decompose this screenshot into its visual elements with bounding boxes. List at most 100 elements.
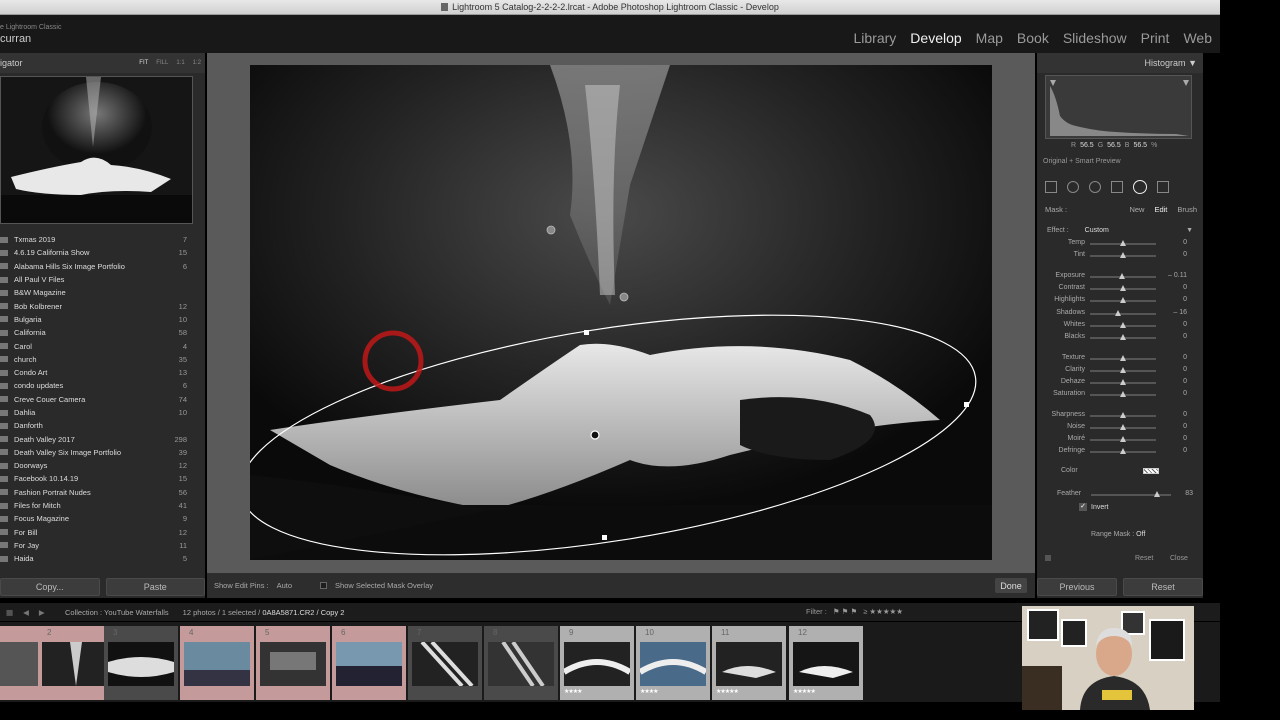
collection-item[interactable]: Bob Kolbrener 12 (0, 299, 205, 312)
filmstrip-source[interactable]: Collection : YouTube Waterfalls (65, 608, 169, 617)
slider-value[interactable]: 0 (1161, 251, 1187, 258)
slider-value[interactable]: 0 (1161, 333, 1187, 340)
module-book[interactable]: Book (1017, 30, 1049, 46)
effect-collapse-icon[interactable]: ▼ (1186, 227, 1193, 234)
mask-brush-button[interactable]: Brush (1177, 205, 1197, 214)
slider-knob[interactable] (1120, 252, 1126, 258)
module-slideshow[interactable]: Slideshow (1063, 30, 1127, 46)
feather-knob[interactable] (1154, 491, 1161, 497)
done-button[interactable]: Done (995, 578, 1027, 593)
slider-value[interactable]: 0 (1161, 423, 1187, 430)
panel-close-button[interactable]: Close (1170, 555, 1188, 562)
filmstrip-cell[interactable]: 7 (408, 626, 482, 700)
range-mask-value[interactable]: Off (1136, 531, 1145, 538)
slider-value[interactable]: 0 (1161, 284, 1187, 291)
filmstrip-cell[interactable]: 8 (484, 626, 558, 700)
histogram-header[interactable]: Histogram ▼ (1037, 53, 1203, 73)
selected-filename[interactable]: 0A8A5871.CR2 / Copy 2 (262, 608, 344, 617)
slider-knob[interactable] (1120, 322, 1126, 328)
slider-value[interactable]: – 0.11 (1161, 272, 1187, 279)
module-library[interactable]: Library (854, 30, 897, 46)
filmstrip-cell[interactable]: 6 (332, 626, 406, 700)
rating-filter[interactable]: ≥ ★★★★★ (863, 607, 903, 616)
filmstrip-cell[interactable]: 5 (256, 626, 330, 700)
slider-value[interactable]: 0 (1161, 366, 1187, 373)
crop-tool-icon[interactable] (1045, 181, 1057, 193)
collections-list[interactable]: Txmas 2019 7 4.6.19 California Show 15 Alaba… (0, 233, 205, 568)
slider-value[interactable]: 0 (1161, 390, 1187, 397)
collection-item[interactable]: Danforth (0, 419, 205, 432)
slider-knob[interactable] (1120, 391, 1126, 397)
mask-overlay-checkbox[interactable] (320, 582, 328, 589)
slider-knob[interactable] (1120, 334, 1126, 340)
module-web[interactable]: Web (1183, 30, 1212, 46)
slider-knob[interactable] (1120, 285, 1126, 291)
slider-value[interactable]: 0 (1161, 447, 1187, 454)
slider-value[interactable]: 0 (1161, 296, 1187, 303)
mask-new-button[interactable]: New (1129, 205, 1144, 214)
histogram[interactable] (1045, 75, 1192, 139)
collection-item[interactable]: For Jay 11 (0, 539, 205, 552)
red-eye-tool-icon[interactable] (1089, 181, 1101, 193)
collection-item[interactable]: church 35 (0, 353, 205, 366)
collection-item[interactable]: Death Valley Six Image Portfolio 39 (0, 446, 205, 459)
collection-item[interactable]: Txmas 2019 7 (0, 233, 205, 246)
collection-item[interactable]: Alabama Hills Six Image Portfolio 6 (0, 260, 205, 273)
slider-knob[interactable] (1120, 424, 1126, 430)
collection-item[interactable]: Condo Art 13 (0, 366, 205, 379)
collection-item[interactable]: California 58 (0, 326, 205, 339)
paste-button[interactable]: Paste (105, 578, 205, 596)
graduated-filter-tool-icon[interactable] (1111, 181, 1123, 193)
slider-track[interactable] (1090, 313, 1156, 315)
zoom-fill[interactable]: FILL (156, 60, 168, 66)
zoom-1-1[interactable]: 1:1 (176, 60, 184, 66)
slider-knob[interactable] (1120, 240, 1126, 246)
slider-value[interactable]: 0 (1161, 354, 1187, 361)
range-mask-row[interactable]: Range Mask : Off (1091, 531, 1145, 538)
module-develop[interactable]: Develop (910, 30, 961, 46)
collection-item[interactable]: Focus Magazine 9 (0, 512, 205, 525)
mask-edit-button[interactable]: Edit (1154, 205, 1167, 214)
filmstrip-cell[interactable]: 4 (180, 626, 254, 700)
slider-value[interactable]: 0 (1161, 435, 1187, 442)
zoom-1-2[interactable]: 1:2 (193, 60, 201, 66)
feather-value[interactable]: 83 (1177, 490, 1193, 497)
slider-value[interactable]: 0 (1161, 378, 1187, 385)
slider-knob[interactable] (1120, 367, 1126, 373)
collection-item[interactable]: Death Valley 2017 298 (0, 432, 205, 445)
collection-item[interactable]: Facebook 10.14.19 15 (0, 472, 205, 485)
slider-knob[interactable] (1119, 273, 1126, 279)
adjustment-brush-tool-icon[interactable] (1157, 181, 1169, 193)
collection-item[interactable]: Dahlia 10 (0, 406, 205, 419)
slider-knob[interactable] (1120, 297, 1126, 303)
panel-switch-icon[interactable] (1045, 555, 1051, 561)
invert-checkbox[interactable]: ✓ (1079, 503, 1087, 511)
slider-value[interactable]: – 16 (1161, 309, 1187, 316)
module-print[interactable]: Print (1141, 30, 1170, 46)
radial-filter-tool-icon[interactable] (1133, 180, 1147, 194)
panel-reset-button[interactable]: Reset (1135, 555, 1153, 562)
filmstrip-cell[interactable]: 12 ★★★★★ (789, 626, 863, 700)
slider-knob[interactable] (1120, 355, 1126, 361)
filmstrip-cell[interactable]: 10 ★★★★ (636, 626, 710, 700)
filmstrip-cell[interactable]: 2 (38, 626, 112, 700)
collection-item[interactable]: condo updates 6 (0, 379, 205, 392)
filmstrip-cell[interactable]: 9 ★★★★ (560, 626, 634, 700)
copy-button[interactable]: Copy... (0, 578, 100, 596)
spot-removal-tool-icon[interactable] (1067, 181, 1079, 193)
collection-item[interactable]: Doorways 12 (0, 459, 205, 472)
flag-filter-icon[interactable]: ⚑ ⚑ ⚑ (833, 607, 857, 616)
slider-knob[interactable] (1120, 412, 1126, 418)
collection-item[interactable]: Carol 4 (0, 339, 205, 352)
slider-knob[interactable] (1120, 379, 1126, 385)
forward-arrow-icon[interactable]: ▶ (39, 608, 45, 617)
module-map[interactable]: Map (976, 30, 1003, 46)
reset-button[interactable]: Reset (1123, 578, 1203, 596)
slider-knob[interactable] (1115, 310, 1122, 316)
zoom-fit[interactable]: FIT (139, 60, 148, 66)
slider-value[interactable]: 0 (1161, 321, 1187, 328)
previous-button[interactable]: Previous (1037, 578, 1117, 596)
collection-item[interactable]: 4.6.19 California Show 15 (0, 246, 205, 259)
filmstrip-cell[interactable]: 11 ★★★★★ (712, 626, 786, 700)
effect-preset-select[interactable]: Custom (1085, 227, 1109, 234)
